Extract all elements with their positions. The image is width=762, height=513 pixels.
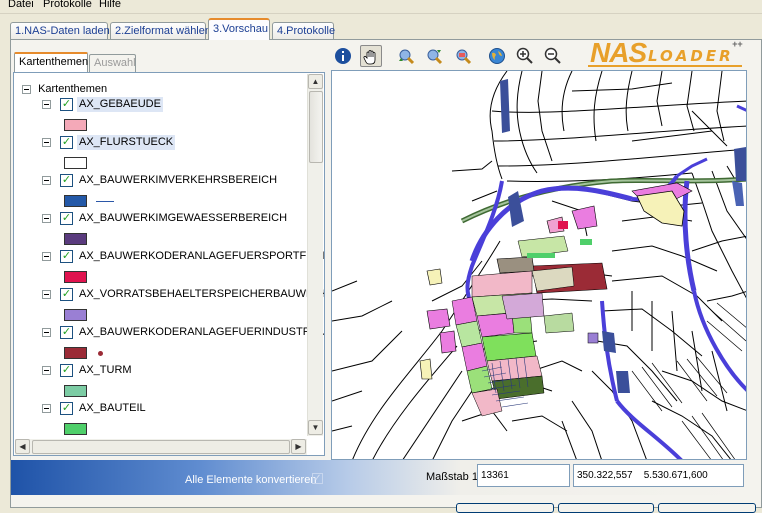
logo-underline bbox=[588, 65, 742, 67]
layer-visibility-checkbox[interactable]: ✓ bbox=[60, 326, 73, 339]
tab-nas-daten-laden[interactable]: 1.NAS-Daten laden bbox=[10, 22, 110, 39]
zoom-previous-icon[interactable] bbox=[395, 45, 417, 67]
menu-bar: Datei Protokolle Hilfe bbox=[0, 0, 762, 14]
layer-symbol-swatch bbox=[64, 119, 87, 131]
layer-visibility-checkbox[interactable]: ✓ bbox=[60, 136, 73, 149]
map-canvas[interactable] bbox=[331, 70, 747, 460]
logo-nas: NAS bbox=[590, 37, 647, 68]
convert-all-checkbox[interactable]: ✓ bbox=[312, 473, 323, 484]
globe-full-extent-icon[interactable] bbox=[486, 45, 508, 67]
collapse-icon[interactable] bbox=[42, 214, 51, 223]
collapse-icon[interactable] bbox=[42, 290, 51, 299]
layer-symbol-swatch bbox=[64, 157, 87, 169]
collapse-icon[interactable] bbox=[42, 366, 51, 375]
nav-button-close[interactable] bbox=[658, 503, 756, 513]
convert-all-label: Alle Elemente konvertieren bbox=[185, 474, 317, 486]
info-icon[interactable] bbox=[332, 45, 354, 67]
coordinate-readout: 350.322,557 5.530.671,600 bbox=[573, 464, 744, 487]
nasloader-logo: NAS LOADER ++ bbox=[586, 38, 744, 68]
scroll-up-icon[interactable]: ▲ bbox=[308, 74, 323, 89]
coord-x: 350.322,557 bbox=[577, 470, 633, 481]
menu-hilfe[interactable]: Hilfe bbox=[99, 0, 121, 11]
layer-name[interactable]: AX_BAUWERKIMVERKEHRSBEREICH bbox=[77, 173, 279, 188]
horizontal-scrollbar[interactable]: ◀ ▶ bbox=[15, 439, 307, 455]
collapse-icon[interactable] bbox=[22, 84, 31, 94]
collapse-icon[interactable] bbox=[42, 328, 51, 337]
collapse-icon[interactable] bbox=[42, 100, 51, 109]
collapse-icon[interactable] bbox=[42, 176, 51, 185]
menu-protokolle[interactable]: Protokolle bbox=[43, 0, 92, 11]
collapse-icon[interactable] bbox=[42, 138, 51, 147]
layer-visibility-checkbox[interactable]: ✓ bbox=[60, 250, 73, 263]
nav-button-next[interactable] bbox=[558, 503, 654, 513]
layer-visibility-checkbox[interactable]: ✓ bbox=[60, 212, 73, 225]
layer-name[interactable]: AX_FLURSTUECK bbox=[77, 135, 176, 150]
vertical-scroll-thumb[interactable] bbox=[309, 91, 323, 163]
collapse-icon[interactable] bbox=[42, 404, 51, 413]
layer-symbol-swatch bbox=[64, 309, 87, 321]
zoom-next-icon[interactable] bbox=[423, 45, 445, 67]
layer-symbol-swatch bbox=[64, 195, 87, 207]
tab-protokolle[interactable]: 4.Protokolle bbox=[272, 22, 335, 39]
scale-input[interactable]: 13361 bbox=[477, 464, 570, 487]
scroll-down-icon[interactable]: ▼ bbox=[308, 420, 323, 435]
tab-auswahl[interactable]: Auswahl bbox=[89, 54, 136, 72]
collapse-icon[interactable] bbox=[42, 252, 51, 261]
tab-zielformat-waehlen[interactable]: 2.Zielformat wählen bbox=[110, 22, 211, 39]
nav-button-back[interactable] bbox=[456, 503, 554, 513]
layer-symbol-swatch bbox=[64, 385, 87, 397]
tree-root: Kartenthemen bbox=[22, 83, 107, 96]
layer-visibility-checkbox[interactable]: ✓ bbox=[60, 402, 73, 415]
layer-name[interactable]: AX_GEBAEUDE bbox=[77, 97, 163, 112]
status-bar: Alle Elemente konvertieren ✓ Maßstab 1: … bbox=[11, 460, 761, 495]
cadastral-map bbox=[332, 71, 746, 459]
layer-name[interactable]: AX_BAUTEIL bbox=[77, 401, 148, 416]
layer-symbol-swatch bbox=[64, 347, 87, 359]
layer-name[interactable]: AX_BAUWERKIMGEWAESSERBEREICH bbox=[77, 211, 289, 226]
layer-name[interactable]: AX_TURM bbox=[77, 363, 134, 378]
horizontal-scroll-thumb[interactable] bbox=[32, 440, 290, 454]
logo-suffix: ++ bbox=[732, 39, 743, 49]
layer-name[interactable]: AX_VORRATSBEHAELTERSPEICHERBAUWERK bbox=[77, 287, 324, 302]
vertical-scrollbar[interactable]: ▲ ▼ bbox=[307, 74, 323, 436]
tree-root-label: Kartenthemen bbox=[38, 83, 108, 95]
scroll-left-icon[interactable]: ◀ bbox=[15, 439, 30, 454]
layer-visibility-checkbox[interactable]: ✓ bbox=[60, 364, 73, 377]
menu-datei[interactable]: Datei bbox=[8, 0, 34, 11]
scale-label: Maßstab 1: bbox=[426, 471, 482, 483]
zoom-out-icon[interactable] bbox=[542, 45, 564, 67]
layer-name[interactable]: AX_BAUWERKODERANLAGEFUERINDUSTRIEUNDG bbox=[77, 325, 324, 340]
scroll-right-icon[interactable]: ▶ bbox=[291, 439, 306, 454]
layer-visibility-checkbox[interactable]: ✓ bbox=[60, 288, 73, 301]
layer-name[interactable]: AX_BAUWERKODERANLAGEFUERSPORTFREIZEITU bbox=[77, 249, 324, 264]
logo-loader: LOADER bbox=[648, 47, 734, 65]
layer-symbol-swatch bbox=[64, 271, 87, 283]
layer-tree: Kartenthemen ✓ AX_GEBAEUDE ✓ AX_FLURSTUECK ✓… bbox=[13, 72, 325, 456]
zoom-in-icon[interactable] bbox=[514, 45, 536, 67]
coord-y: 5.530.671,600 bbox=[643, 470, 708, 481]
layer-visibility-checkbox[interactable]: ✓ bbox=[60, 174, 73, 187]
layer-visibility-checkbox[interactable]: ✓ bbox=[60, 98, 73, 111]
pan-hand-icon[interactable] bbox=[360, 45, 382, 67]
zoom-layer-icon[interactable] bbox=[452, 45, 474, 67]
line-symbol-icon bbox=[96, 201, 114, 202]
point-symbol-icon bbox=[98, 351, 103, 356]
layer-symbol-swatch bbox=[64, 423, 87, 435]
layer-symbol-swatch bbox=[64, 233, 87, 245]
tab-kartenthemen[interactable]: Kartenthemen bbox=[14, 52, 88, 72]
tab-vorschau[interactable]: 3.Vorschau bbox=[208, 18, 270, 40]
